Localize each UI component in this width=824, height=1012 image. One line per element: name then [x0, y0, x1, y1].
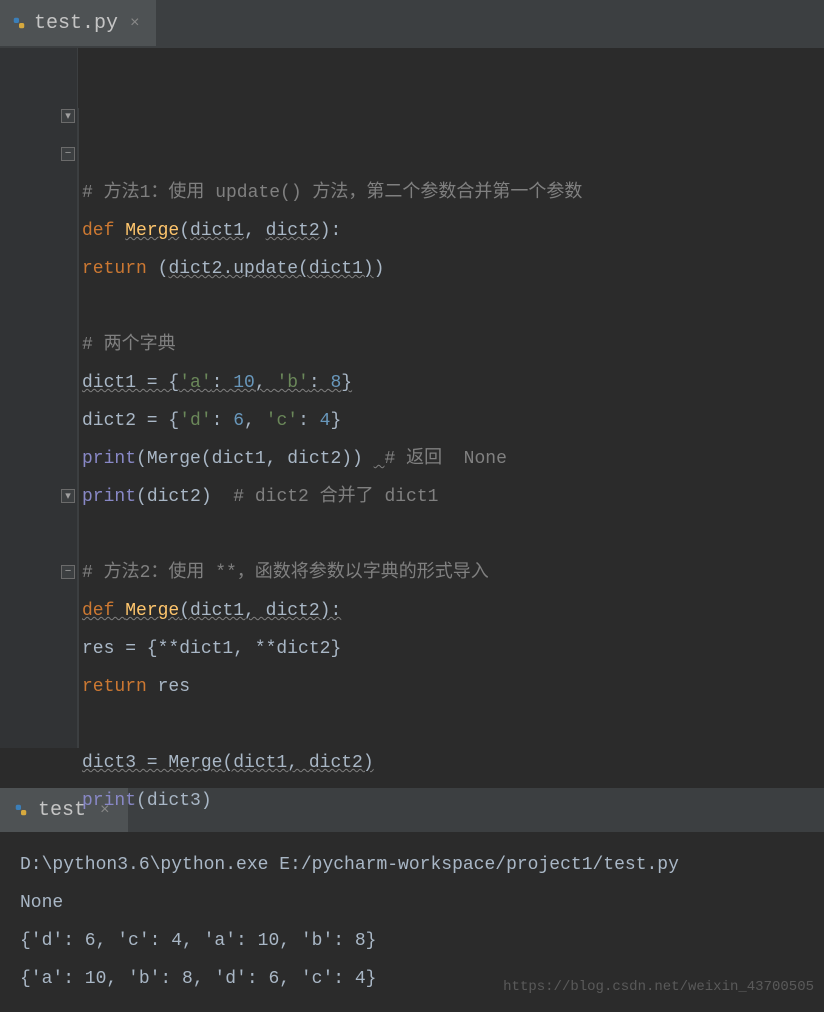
fold-collapse-icon[interactable]: ▾: [61, 489, 75, 503]
console-tab-name: test: [38, 799, 86, 822]
code-line[interactable]: [82, 288, 820, 326]
code-line[interactable]: res = {**dict1, **dict2}: [82, 630, 820, 668]
console-line: None: [20, 884, 804, 922]
editor-tab-bar: test.py ×: [0, 0, 824, 48]
code-line[interactable]: dict2 = {'d': 6, 'c': 4}: [82, 402, 820, 440]
file-tab[interactable]: test.py ×: [0, 0, 156, 48]
fold-expand-icon[interactable]: −: [61, 565, 75, 579]
code-line[interactable]: return res: [82, 668, 820, 706]
code-line[interactable]: [82, 516, 820, 554]
gutter: ▾ − ▾ −: [0, 48, 78, 748]
tab-filename: test.py: [34, 12, 118, 35]
python-run-icon: [14, 803, 28, 817]
code-line[interactable]: print(Merge(dict1, dict2)) # 返回 None: [82, 440, 820, 478]
code-line[interactable]: dict1 = {'a': 10, 'b': 8}: [82, 364, 820, 402]
editor-area: ▾−▾− # 方法1：使用 update() 方法，第二个参数合并第一个参数de…: [0, 48, 824, 748]
python-file-icon: [12, 16, 26, 30]
code-line[interactable]: def Merge(dict1, dict2):: [82, 592, 820, 630]
code-line[interactable]: [82, 706, 820, 744]
code-line[interactable]: # 方法1：使用 update() 方法，第二个参数合并第一个参数: [82, 174, 820, 212]
code-line[interactable]: dict3 = Merge(dict1, dict2): [82, 744, 820, 782]
code-editor[interactable]: # 方法1：使用 update() 方法，第二个参数合并第一个参数def Mer…: [78, 48, 824, 748]
code-line[interactable]: return (dict2.update(dict1)): [82, 250, 820, 288]
fold-collapse-icon[interactable]: ▾: [61, 109, 75, 123]
code-line[interactable]: # 方法2：使用 **，函数将参数以字典的形式导入: [82, 554, 820, 592]
fold-expand-icon[interactable]: −: [61, 147, 75, 161]
watermark: https://blog.csdn.net/weixin_43700505: [503, 979, 814, 995]
code-line[interactable]: # 两个字典: [82, 326, 820, 364]
code-line[interactable]: print(dict3): [82, 782, 820, 820]
console-line: {'d': 6, 'c': 4, 'a': 10, 'b': 8}: [20, 922, 804, 960]
close-icon[interactable]: ×: [126, 14, 144, 32]
code-line[interactable]: print(dict2) # dict2 合并了 dict1: [82, 478, 820, 516]
console-line: D:\python3.6\python.exe E:/pycharm-works…: [20, 846, 804, 884]
code-line[interactable]: def Merge(dict1, dict2):: [82, 212, 820, 250]
